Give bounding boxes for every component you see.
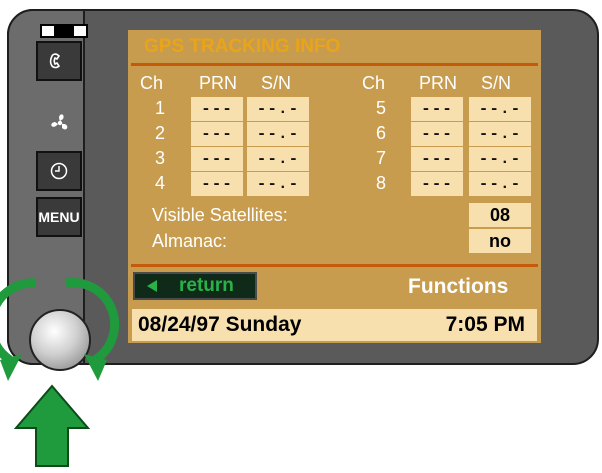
rotate-left-arrow-icon <box>0 278 37 381</box>
rotate-right-arrow-icon <box>65 278 120 381</box>
push-arrow-icon <box>13 384 91 467</box>
knob-instruction-overlay <box>0 278 120 467</box>
